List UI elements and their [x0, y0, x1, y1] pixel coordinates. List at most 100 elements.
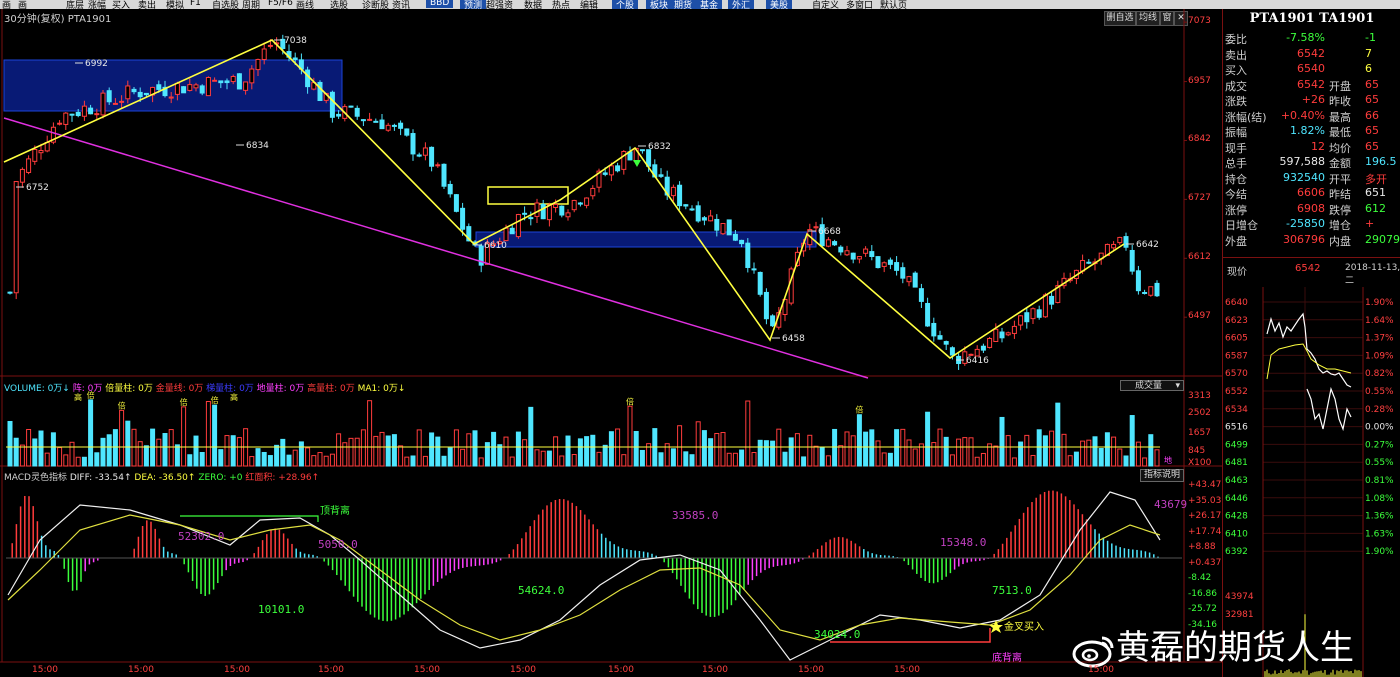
volume-bar	[770, 440, 776, 467]
quote-value: 612	[1365, 201, 1386, 215]
volume-bar	[367, 400, 373, 467]
volume-bar	[441, 455, 447, 467]
quote-row: 日增仓 -25850 增仓 +	[1225, 217, 1400, 233]
candle-body	[534, 202, 540, 217]
volume-bar	[881, 452, 887, 467]
candle-body	[987, 338, 993, 348]
candle-body	[931, 322, 937, 337]
price-label: 6832	[648, 142, 671, 152]
volume-bar	[32, 438, 38, 467]
volume-bar	[534, 449, 540, 467]
candle-body	[553, 203, 559, 208]
candle-body	[317, 81, 323, 102]
indicator-select[interactable]: 成交量 ▾	[1120, 380, 1184, 391]
volume-bar	[1148, 434, 1154, 467]
macd-area-label: 34024.0	[814, 628, 860, 641]
intraday-pct-label: 1.90%	[1365, 547, 1394, 557]
volume-bar	[515, 431, 521, 467]
volume-bar	[26, 428, 32, 467]
quote-label: 涨跌	[1225, 95, 1247, 108]
intraday-pct-label: 0.00%	[1365, 423, 1394, 433]
candle-body	[7, 291, 13, 294]
macd-axis-label: -8.42	[1188, 573, 1212, 583]
candle-body	[565, 212, 571, 218]
intraday-price-label: 6481	[1225, 458, 1248, 468]
quote-row: 振幅 1.82% 最低 65	[1225, 124, 1400, 140]
volume-bar	[658, 452, 664, 467]
volume-bar	[38, 430, 44, 467]
candle-body	[26, 158, 32, 173]
candle-body	[701, 217, 707, 221]
intraday-price-label: 6463	[1225, 476, 1248, 486]
volume-axis-label: 2502	[1188, 408, 1211, 418]
volume-bar	[218, 449, 224, 467]
volume-bar	[57, 447, 63, 467]
volume-bar	[1030, 454, 1036, 467]
volume-bar	[931, 442, 937, 467]
macd-area-label: 43679	[1154, 498, 1187, 511]
time-axis-label: 15:00	[608, 665, 634, 675]
candle-body	[100, 92, 106, 116]
volume-bar	[373, 435, 379, 467]
volume-bar	[670, 448, 676, 467]
quote-value: 多开	[1365, 172, 1387, 186]
candle-body	[1011, 325, 1017, 334]
intraday-price-label: 6410	[1225, 529, 1248, 539]
volume-bar	[937, 428, 943, 467]
candle-body	[894, 262, 900, 271]
volume-bar	[1036, 429, 1042, 467]
candle-body	[695, 205, 701, 222]
price-axis-label: 6612	[1188, 252, 1211, 263]
volume-bar	[404, 456, 410, 467]
candle-body	[367, 118, 373, 121]
candle-body	[1005, 332, 1011, 336]
quote-value: 6908	[1297, 201, 1325, 215]
volume-bar	[298, 441, 304, 467]
intraday-chart[interactable]: 6640 1.90% 6623 1.64% 6605 1.37% 6587 1.09% 6570…	[1223, 279, 1400, 677]
volume-bar	[137, 441, 143, 467]
candle-body	[602, 172, 608, 175]
price-axis-label: 6842	[1188, 134, 1211, 145]
volume-bar	[900, 428, 906, 467]
volume-bar	[807, 434, 813, 467]
candle-body	[261, 48, 267, 60]
candle-body	[714, 218, 720, 231]
candle-body	[1024, 312, 1030, 323]
volume-bar	[478, 457, 484, 467]
intraday-price-label: 6516	[1225, 423, 1248, 433]
macd-area-label: 10101.0	[258, 603, 304, 616]
candle-body	[38, 149, 44, 154]
quote-value: 6542	[1297, 46, 1325, 60]
volume-bar	[720, 432, 726, 467]
candle-body	[677, 184, 683, 207]
indicator-help-button[interactable]: 指标说明	[1140, 469, 1184, 482]
candle-body	[571, 199, 577, 211]
volume-bar	[131, 428, 137, 467]
quote-label: 涨幅(结)	[1225, 110, 1267, 124]
quote-row: 委比 -7.58% -1	[1225, 31, 1400, 47]
intraday-pct-label: 0.27%	[1365, 440, 1394, 450]
candle-body	[540, 203, 546, 220]
volume-bar	[708, 438, 714, 467]
price-label: 6834	[246, 141, 269, 151]
candle-body	[825, 239, 831, 247]
candle-body	[875, 256, 881, 269]
candle-body	[745, 242, 751, 268]
legend-item: 红面积: +28.96↑	[245, 473, 320, 483]
volume-bar	[1129, 415, 1135, 467]
candle-body	[856, 256, 862, 260]
volume-bar	[329, 453, 335, 467]
indicator-select-label: 成交量	[1135, 381, 1163, 391]
legend-item: DEA: -36.50↑	[134, 473, 199, 483]
volume-bar	[230, 435, 236, 467]
volume-bar	[19, 444, 25, 467]
volume-bar	[863, 431, 869, 467]
volume-bar	[261, 451, 267, 467]
time-axis-label: 15:00	[32, 665, 58, 675]
quote-label: 外盘	[1225, 234, 1247, 248]
volume-bar	[714, 432, 720, 467]
candle-body	[1129, 249, 1135, 272]
volume-bar	[689, 454, 695, 467]
kline-chart[interactable]: 7038 6992 6834 6752 6832 6610 6668 6458 6416 6642…	[0, 0, 1222, 677]
volume-bar	[1080, 440, 1086, 467]
